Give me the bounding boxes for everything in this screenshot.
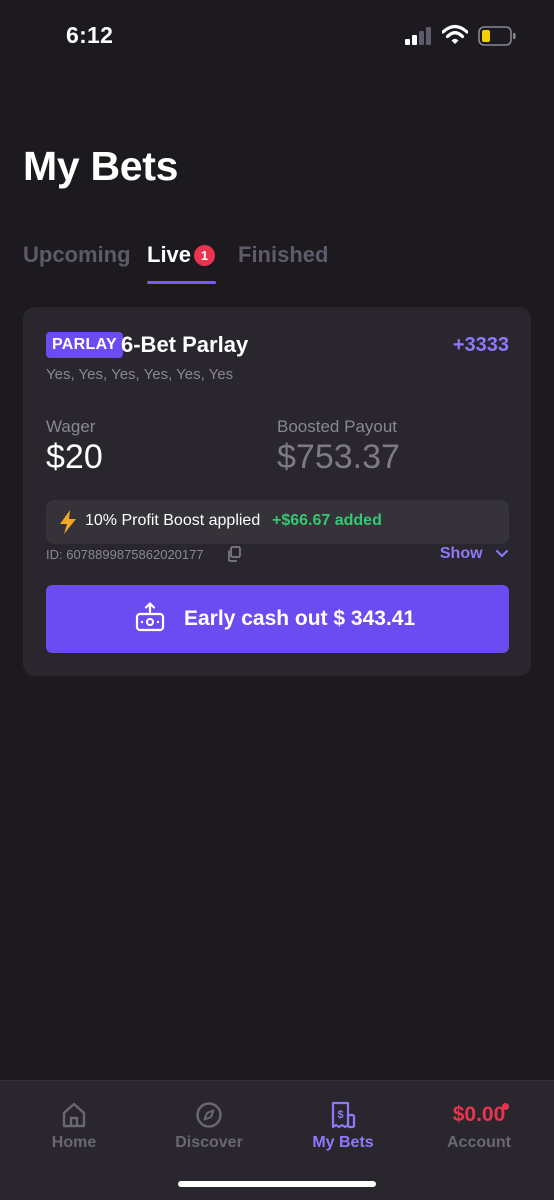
lightning-bolt-icon (60, 510, 76, 534)
cash-out-icon (135, 602, 165, 632)
bet-odds: +3333 (452, 334, 509, 356)
nav-home-label: Home (51, 1134, 97, 1151)
nav-account-label: Account (447, 1134, 511, 1151)
battery-low-icon (478, 26, 516, 46)
nav-home[interactable]: Home (5, 1081, 143, 1171)
status-time: 6:12 (66, 22, 114, 48)
boost-text: 10% Profit Boost applied (85, 512, 261, 529)
page-title: My Bets (23, 143, 179, 189)
live-count-badge: 1 (194, 245, 215, 266)
bet-tabs: Upcoming Live 1 Finished (23, 238, 533, 288)
cash-out-label: Early cash out $ 343.41 (184, 607, 416, 630)
payout-label: Boosted Payout (277, 417, 398, 436)
wifi-icon (442, 24, 468, 44)
bet-picks: Yes, Yes, Yes, Yes, Yes, Yes (46, 366, 234, 383)
nav-my-bets-label: My Bets (312, 1134, 374, 1151)
bet-id: ID: 6078899875862020177 (46, 547, 204, 562)
nav-discover[interactable]: Discover (140, 1081, 278, 1171)
tab-finished[interactable]: Finished (238, 238, 328, 285)
bet-card[interactable]: PARLAY 6-Bet Parlay +3333 Yes, Yes, Yes,… (23, 307, 531, 676)
boost-added-amount: +$66.67 added (272, 512, 382, 529)
home-icon (62, 1102, 86, 1128)
status-bar: 6:12 (0, 0, 554, 76)
tab-live[interactable]: Live (147, 238, 191, 285)
wager-label: Wager (46, 417, 96, 436)
show-label: Show (439, 545, 483, 562)
nav-account[interactable]: $0.00 Account (410, 1081, 548, 1171)
active-tab-indicator (147, 281, 216, 284)
tab-upcoming[interactable]: Upcoming (23, 238, 131, 285)
payout-value: $753.37 (277, 438, 400, 476)
home-indicator (178, 1181, 376, 1187)
wager-value: $20 (46, 438, 103, 476)
notification-dot (502, 1103, 509, 1110)
copy-icon[interactable] (227, 546, 241, 562)
chevron-down-icon (496, 550, 508, 557)
parlay-tag: PARLAY (46, 332, 123, 358)
compass-icon (196, 1102, 222, 1128)
svg-text:$: $ (337, 1109, 343, 1121)
profit-boost-banner: 10% Profit Boost applied +$66.67 added (46, 500, 509, 544)
bet-name: 6-Bet Parlay (121, 332, 249, 357)
early-cash-out-button[interactable]: Early cash out $ 343.41 (46, 585, 509, 653)
nav-discover-label: Discover (175, 1134, 243, 1151)
nav-my-bets[interactable]: $ My Bets (274, 1081, 412, 1171)
account-balance: $0.00 (452, 1103, 506, 1126)
show-details-toggle[interactable]: Show (440, 545, 509, 565)
cellular-signal-icon (405, 27, 431, 45)
bet-slip-icon: $ (331, 1101, 356, 1129)
